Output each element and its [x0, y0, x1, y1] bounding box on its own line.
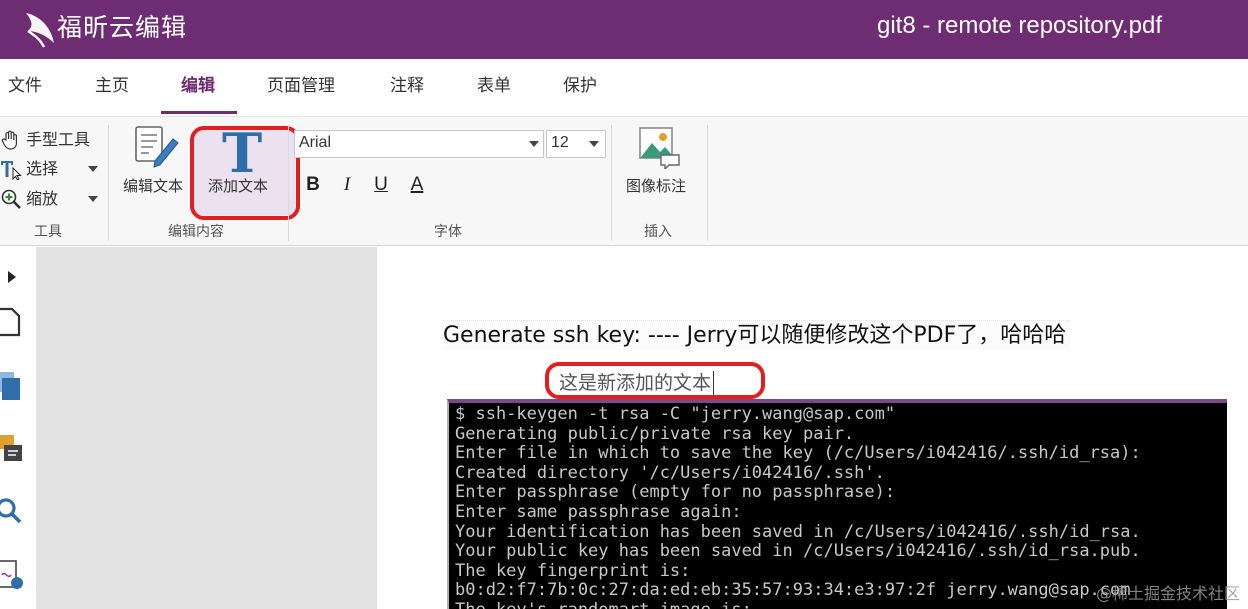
font-group-label: 字体 [434, 224, 462, 240]
insert-group-label: 插入 [644, 224, 672, 240]
hand-tool-button[interactable]: 手型工具 [0, 127, 90, 153]
layers-icon[interactable] [0, 370, 22, 402]
edit-text-label: 编辑文本 [123, 177, 184, 195]
menu-bar: 文件 主页 编辑 页面管理 注释 表单 保护 [0, 59, 1248, 116]
font-size-dropdown-icon [589, 141, 599, 147]
menu-comment[interactable]: 注释 [390, 74, 424, 98]
ribbon-divider [707, 125, 708, 241]
added-text-box[interactable]: 这是新添加的文本 [559, 371, 715, 396]
font-size-select[interactable]: 12 [546, 130, 606, 158]
hand-icon [1, 130, 17, 150]
comments-icon[interactable] [0, 433, 24, 465]
zoom-tool-button[interactable]: 缩放 [0, 186, 58, 212]
text-select-icon [1, 161, 22, 180]
text-t-icon: T [222, 121, 263, 185]
search-icon[interactable] [0, 497, 24, 527]
document-title: git8 - remote repository.pdf [876, 12, 1162, 39]
menu-edit[interactable]: 编辑 [181, 74, 215, 98]
menu-form[interactable]: 表单 [477, 74, 511, 98]
ribbon-divider [108, 125, 109, 241]
terminal-line: $ ssh-keygen -t rsa -C "jerry.wang@sap.c… [455, 404, 896, 424]
select-tool-label: 选择 [26, 159, 59, 178]
image-annotation-icon [639, 127, 680, 169]
left-sidebar [0, 247, 36, 609]
font-family-dropdown-icon [529, 141, 539, 147]
terminal-line: Enter same passphrase again: [455, 502, 742, 522]
edit-text-icon [135, 126, 179, 168]
editable-heading-text[interactable]: Generate ssh key: ---- Jerry可以随便修改这个PDF了… [443, 320, 1071, 350]
edit-content-group-label: 编辑内容 [168, 224, 224, 240]
font-size-value: 12 [551, 134, 569, 151]
menu-home[interactable]: 主页 [95, 74, 129, 98]
tools-group-label: 工具 [34, 224, 62, 240]
edit-text-button[interactable]: 编辑文本 [120, 123, 192, 213]
app-name: 福昕云编辑 [57, 13, 188, 42]
terminal-line: b0:d2:f7:7b:0c:27:da:ed:eb:35:57:93:34:e… [455, 580, 1131, 601]
menu-file[interactable]: 文件 [8, 74, 42, 98]
terminal-line: Created directory '/c/Users/i042416/.ssh… [455, 462, 885, 483]
terminal-screenshot: $ ssh-keygen -t rsa -C "jerry.wang@sap.c… [447, 399, 1227, 609]
italic-button[interactable]: I [334, 172, 360, 198]
font-color-button[interactable]: A [404, 172, 430, 198]
menu-page-management[interactable]: 页面管理 [267, 74, 335, 98]
terminal-line: The key's randomart image is: [455, 600, 752, 609]
terminal-line: Enter passphrase (empty for no passphras… [455, 482, 896, 503]
hand-tool-label: 手型工具 [26, 130, 91, 149]
select-tool-button[interactable]: 选择 [0, 156, 58, 182]
image-annotation-label: 图像标注 [626, 177, 687, 195]
bold-button[interactable]: B [300, 172, 326, 198]
active-tab-indicator [161, 111, 237, 114]
terminal-line: Enter file in which to save the key (/c/… [455, 443, 1141, 464]
ribbon-divider [288, 125, 289, 241]
signature-icon[interactable] [0, 559, 24, 591]
terminal-line: The key fingerprint is: [455, 560, 691, 581]
ribbon-toolbar: 手型工具 选择 缩放 工具 编辑文本 T 添加文本 编辑内容 Arial 12 … [0, 116, 1248, 246]
title-bar: 福昕云编辑 git8 - remote repository.pdf [0, 0, 1248, 59]
font-family-value: Arial [299, 134, 332, 151]
font-family-select[interactable]: Arial [294, 130, 544, 158]
watermark-text: @稀土掘金技术社区 [1095, 584, 1240, 603]
image-annotation-button[interactable]: 图像标注 [622, 123, 696, 213]
canvas-background [36, 247, 377, 609]
terminal-line: Generating public/private rsa key pair. [455, 423, 855, 444]
ribbon-divider [611, 125, 612, 241]
terminal-line: Your identification has been saved in /c… [455, 521, 1141, 542]
foxit-logo-icon [26, 13, 54, 48]
page-thumbnail-icon[interactable] [0, 307, 22, 337]
zoom-in-icon [1, 189, 21, 209]
zoom-tool-label: 缩放 [26, 189, 59, 208]
select-dropdown-arrow-icon[interactable] [88, 166, 98, 172]
add-text-label: 添加文本 [208, 177, 269, 195]
terminal-line: Your public key has been saved in /c/Use… [455, 541, 1141, 562]
expand-panel-icon[interactable] [6, 269, 18, 285]
menu-protect[interactable]: 保护 [563, 74, 597, 98]
zoom-dropdown-arrow-icon[interactable] [88, 196, 98, 202]
underline-button[interactable]: U [368, 172, 394, 198]
